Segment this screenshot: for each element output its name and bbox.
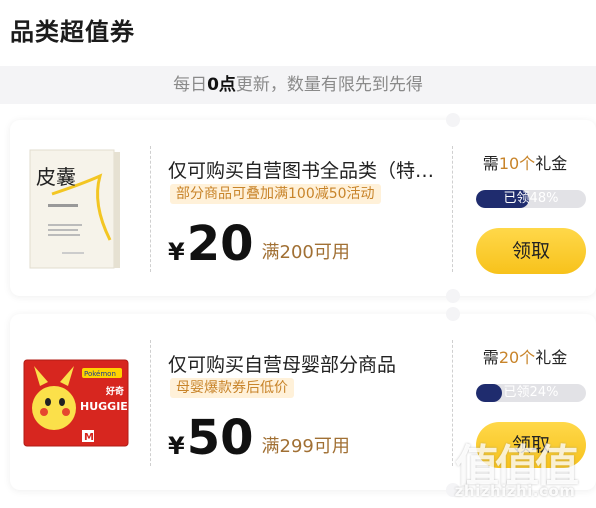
claim-progress-bar: 已领24%	[476, 384, 586, 402]
currency-symbol: ¥	[168, 432, 185, 460]
card-notch	[446, 113, 460, 127]
divider	[452, 340, 453, 466]
progress-text: 已领24%	[503, 385, 559, 400]
card-notch	[446, 289, 460, 303]
card-notch	[446, 483, 460, 497]
brand-text: HUGGIES	[80, 400, 132, 413]
book-title-text: 皮囊	[36, 165, 76, 189]
coupon-price: ¥ 20 满200可用	[168, 216, 350, 270]
coupon-tag: 部分商品可叠加满100减50活动	[170, 184, 381, 204]
coupon-page: 品类超值券 每日0点更新，数量有限先到先得 皮囊 仅可购买自营图书全品类（特价书…	[0, 0, 596, 508]
progress-text: 已领48%	[503, 191, 559, 206]
coupon-condition: 满299可用	[261, 436, 350, 457]
coupon-card: 皮囊 仅可购买自营图书全品类（特价书、教材除外） 部分商品可叠加满100减50活…	[10, 113, 596, 303]
badge-text: Pokémon	[84, 370, 116, 378]
need-suffix: 礼金	[535, 348, 568, 367]
coupon-amount: 50	[186, 410, 254, 466]
divider	[150, 146, 151, 272]
section-title: 品类超值券	[10, 18, 135, 46]
brand-cn-text: 好奇	[105, 385, 124, 397]
divider	[150, 340, 151, 466]
coupon-price: ¥ 50 满299可用	[168, 410, 350, 464]
notice-time: 0点	[207, 75, 236, 95]
gift-requirement: 需20个礼金	[466, 344, 584, 368]
claim-progress-bar: 已领48%	[476, 190, 586, 208]
card-notch	[446, 307, 460, 321]
coupon-amount: 20	[186, 216, 254, 272]
coupon-tag: 母婴爆款券后低价	[170, 378, 294, 398]
svg-text:M: M	[84, 432, 94, 443]
coupon-name: 仅可购买自营图书全品类（特价书、教材除外）	[168, 160, 452, 182]
update-notice: 每日0点更新，数量有限先到先得	[0, 66, 596, 104]
currency-symbol: ¥	[168, 238, 185, 266]
coupon-name: 仅可购买自营母婴部分商品	[168, 354, 397, 376]
coupon-card: Pokémon 好奇 HUGGIES M 仅可购买自营母婴部分商品 母婴爆款券后…	[10, 307, 596, 497]
coupon-condition: 满200可用	[261, 242, 350, 263]
claim-button[interactable]: 领取	[476, 228, 586, 274]
gift-requirement: 需10个礼金	[466, 150, 584, 174]
book-cover-image: 皮囊	[29, 149, 120, 269]
need-prefix: 需	[482, 348, 499, 367]
need-suffix: 礼金	[535, 154, 568, 173]
need-prefix: 需	[482, 154, 499, 173]
notice-suffix: 更新，数量有限先到先得	[235, 75, 423, 95]
need-value: 10个	[498, 154, 536, 173]
need-value: 20个	[498, 348, 536, 367]
claim-button[interactable]: 领取	[476, 422, 586, 468]
notice-prefix: 每日	[173, 75, 208, 95]
divider	[452, 146, 453, 272]
diaper-pack-image: Pokémon 好奇 HUGGIES M	[23, 359, 132, 447]
